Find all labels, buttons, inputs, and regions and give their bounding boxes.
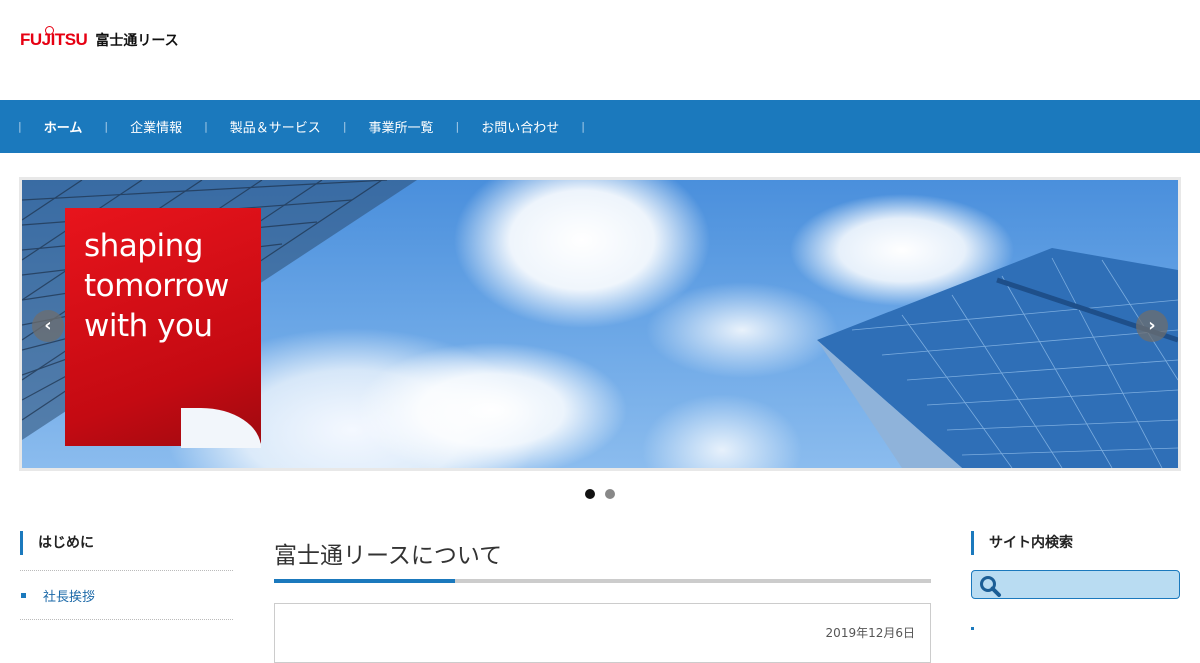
nav-item-home[interactable]: ホーム <box>22 117 105 136</box>
site-header: FUJITSU 富士通リース <box>0 0 1200 100</box>
left-sidebar: はじめに 社長挨拶 <box>20 531 233 620</box>
nav-separator: | <box>455 120 460 133</box>
sidebar-link-president-message[interactable]: 社長挨拶 <box>20 571 233 620</box>
slider-prev-button[interactable]: ‹ <box>32 310 64 342</box>
global-nav: | ホーム | 企業情報 | 製品＆サービス | 事業所一覧 | お問い合わせ … <box>0 100 1200 153</box>
sidebar-heading-search: サイト内検索 <box>971 531 1180 555</box>
card-fold-decoration <box>181 408 261 448</box>
right-sidebar: サイト内検索 <box>971 531 1180 599</box>
nav-item-company[interactable]: 企業情報 <box>108 117 204 136</box>
nav-item-products[interactable]: 製品＆サービス <box>208 117 343 136</box>
main-content: 富士通リースについて 2019年12月6日 <box>274 538 931 663</box>
logo-infinity-icon <box>45 26 54 35</box>
nav-separator: | <box>342 120 347 133</box>
chevron-left-icon: ‹ <box>44 315 52 336</box>
content-card: 2019年12月6日 <box>274 603 931 663</box>
nav-separator: | <box>104 120 109 133</box>
page-title: 富士通リースについて <box>274 543 503 569</box>
nav-item-contact[interactable]: お問い合わせ <box>459 117 581 136</box>
fujitsu-logo-mark: FUJITSU <box>20 26 88 50</box>
title-underline <box>274 579 931 583</box>
chevron-right-icon: › <box>1148 315 1156 336</box>
site-logo[interactable]: FUJITSU 富士通リース <box>20 26 179 50</box>
sidebar-heading-intro: はじめに <box>20 531 233 555</box>
slider-dot-2[interactable] <box>605 489 615 499</box>
hero-slider[interactable]: shaping tomorrow with you ‹ › <box>19 177 1181 471</box>
slider-dot-1[interactable] <box>585 489 595 499</box>
brand-tagline: shaping tomorrow with you <box>84 228 229 344</box>
post-date: 2019年12月6日 <box>825 626 915 640</box>
site-search-input[interactable] <box>971 570 1180 599</box>
square-bullet-icon <box>21 592 26 598</box>
nav-item-offices[interactable]: 事業所一覧 <box>347 117 456 136</box>
search-icon[interactable] <box>979 575 1003 601</box>
nav-separator: | <box>18 120 22 133</box>
title-underline-accent <box>274 579 455 583</box>
company-name: 富士通リース <box>95 33 179 49</box>
sidebar-link-label: 社長挨拶 <box>43 589 96 605</box>
slider-pagination <box>585 489 615 499</box>
nav-separator: | <box>204 120 208 133</box>
slider-next-button[interactable]: › <box>1136 310 1168 342</box>
nav-separator: | <box>581 120 585 133</box>
